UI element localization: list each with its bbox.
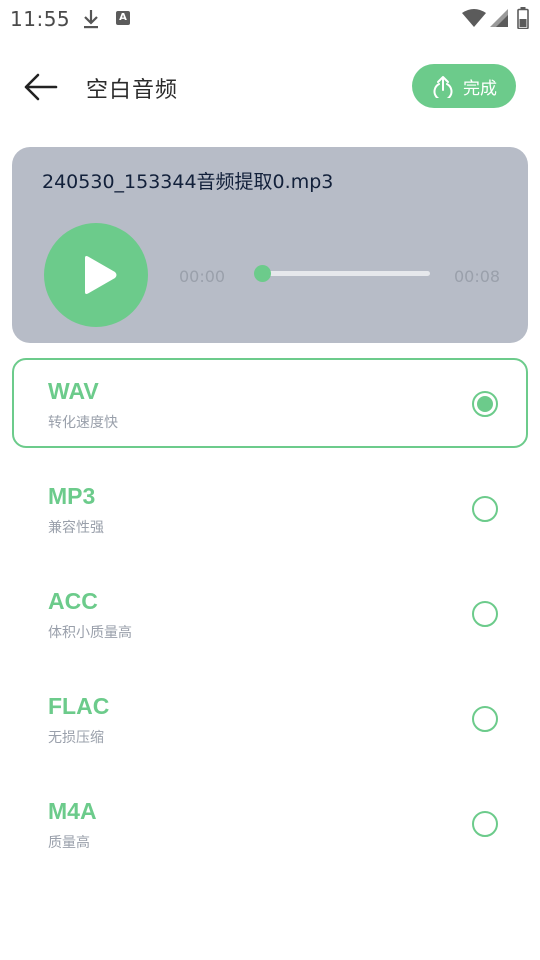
radio-button[interactable] (472, 391, 498, 417)
format-desc: 质量高 (48, 835, 90, 851)
format-desc: 兼容性强 (48, 520, 104, 536)
play-button[interactable] (44, 223, 148, 327)
progress-thumb[interactable] (254, 265, 271, 282)
status-time: 11:55 (10, 7, 71, 31)
format-desc: 体积小质量高 (48, 625, 132, 641)
a-icon: A (116, 11, 130, 25)
done-label: 完成 (463, 78, 497, 99)
back-button[interactable] (22, 72, 58, 102)
page-title: 空白音频 (86, 78, 179, 103)
time-current: 00:00 (179, 267, 226, 286)
format-option-wav[interactable]: WAV 转化速度快 (12, 358, 528, 448)
wifi-icon (462, 9, 486, 27)
format-name: MP3 (48, 483, 96, 509)
arrow-left-icon (24, 73, 58, 101)
format-desc: 转化速度快 (48, 415, 118, 431)
radio-dot (477, 396, 493, 412)
format-option-m4a[interactable]: M4A 质量高 (12, 778, 528, 868)
done-button[interactable]: 完成 (412, 64, 516, 108)
format-option-acc[interactable]: ACC 体积小质量高 (12, 568, 528, 658)
play-icon (85, 256, 117, 294)
progress-slider[interactable] (254, 265, 430, 282)
screen: 11:55 A 空白音频 完成 240530_153344音频提取0.mp3 0… (0, 0, 540, 960)
download-icon (84, 10, 98, 29)
format-desc: 无损压缩 (48, 730, 104, 746)
radio-button[interactable] (472, 496, 498, 522)
format-name: FLAC (48, 693, 110, 719)
file-name: 240530_153344音频提取0.mp3 (42, 171, 334, 193)
header: 空白音频 完成 (0, 60, 540, 116)
format-option-flac[interactable]: FLAC 无损压缩 (12, 673, 528, 763)
format-name: WAV (48, 378, 99, 404)
format-option-mp3[interactable]: MP3 兼容性强 (12, 463, 528, 553)
status-bar: 11:55 A (0, 0, 540, 36)
format-name: ACC (48, 588, 98, 614)
battery-icon (517, 7, 529, 29)
format-name: M4A (48, 798, 97, 824)
radio-button[interactable] (472, 706, 498, 732)
radio-button[interactable] (472, 811, 498, 837)
radio-button[interactable] (472, 601, 498, 627)
time-total: 00:08 (454, 267, 501, 286)
signal-icon (490, 9, 508, 27)
audio-player-card: 240530_153344音频提取0.mp3 00:00 00:08 (12, 147, 528, 343)
upload-icon (433, 76, 453, 98)
